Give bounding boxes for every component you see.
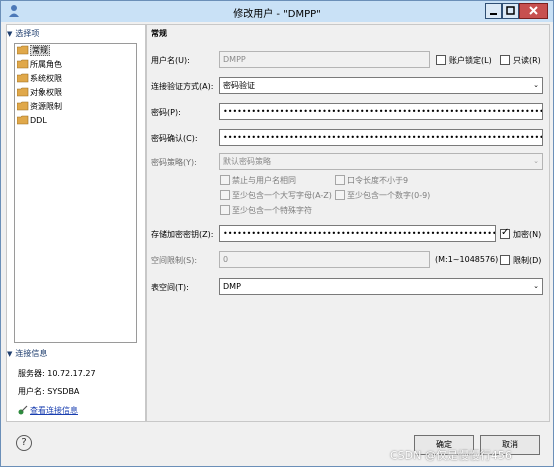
- folder-icon: [17, 87, 29, 97]
- tree-item-sys-privs[interactable]: 系统权限: [17, 72, 62, 86]
- encrypt-label: 加密(N): [513, 230, 542, 239]
- chevron-down-icon: ⌄: [533, 81, 539, 89]
- close-button[interactable]: [519, 3, 548, 19]
- encrypt-checkbox[interactable]: [500, 227, 510, 239]
- maximize-icon: [506, 6, 515, 15]
- tree-item-general[interactable]: 常规: [17, 44, 50, 58]
- tablespace-select[interactable]: DMP ⌄: [219, 278, 543, 295]
- space-limit-input[interactable]: 0: [219, 251, 430, 268]
- policy-digit-checkbox[interactable]: [335, 190, 345, 200]
- policy-not-username-checkbox[interactable]: [220, 175, 230, 185]
- readonly-label: 只读(R): [513, 56, 541, 65]
- close-icon: [529, 6, 538, 15]
- username-info: 用户名: SYSDBA: [18, 387, 80, 396]
- folder-icon: [17, 101, 29, 111]
- folder-icon: [17, 59, 29, 69]
- space-limit-label: 空间限制(S):: [151, 256, 198, 265]
- section-title: 常规: [151, 29, 167, 38]
- minimize-button[interactable]: [485, 3, 502, 19]
- connection-section-header[interactable]: ▼ 连接信息: [7, 348, 143, 362]
- tree-item-ddl[interactable]: DDL: [17, 114, 47, 128]
- encryption-key-input[interactable]: ••••••••••••••••••••••••••••••••••••••••…: [219, 225, 496, 242]
- window-title: 修改用户 - "DMPP": [233, 9, 321, 20]
- password-input[interactable]: ••••••••••••••••••••••••••••••••••••••••…: [219, 103, 543, 120]
- select-section-header[interactable]: ▼ 选择项: [7, 28, 143, 42]
- policy-digit-label: 至少包含一个数字(0-9): [347, 191, 431, 200]
- space-limit-range: (M:1~1048576): [435, 255, 499, 264]
- minimize-icon: [490, 13, 497, 15]
- confirm-password-label: 密码确认(C):: [151, 134, 198, 143]
- collapse-arrow-icon: ▼: [7, 30, 13, 38]
- limit-label: 限制(D): [513, 256, 542, 265]
- auth-method-label: 连接验证方式(A):: [151, 82, 214, 91]
- account-lock-label: 账户锁定(L): [449, 56, 492, 65]
- auth-method-select[interactable]: 密码验证 ⌄: [219, 77, 543, 94]
- folder-icon: [17, 115, 29, 125]
- view-connection-link[interactable]: 查看连接信息: [18, 405, 78, 416]
- limit-checkbox[interactable]: [500, 255, 510, 265]
- title-bar[interactable]: 修改用户 - "DMPP": [1, 1, 553, 22]
- help-button[interactable]: ?: [16, 435, 32, 451]
- maximize-button[interactable]: [502, 3, 519, 19]
- tree-item-obj-privs[interactable]: 对象权限: [17, 86, 62, 100]
- server-info: 服务器: 10.72.17.27: [18, 369, 96, 378]
- connection-icon: [18, 405, 28, 415]
- tree-item-roles[interactable]: 所属角色: [17, 58, 62, 72]
- username-label: 用户名(U):: [151, 56, 190, 65]
- nav-tree: 常规 所属角色 系统权限 对象权限 资源限制 DDL: [14, 43, 137, 343]
- watermark: CSDN @仅是慢慢行456: [390, 449, 512, 462]
- folder-icon: [17, 45, 29, 55]
- tree-item-resource-limits[interactable]: 资源限制: [17, 100, 62, 114]
- policy-special-label: 至少包含一个特殊字符: [232, 206, 312, 215]
- confirm-password-input[interactable]: ••••••••••••••••••••••••••••••••••••••••…: [219, 129, 543, 146]
- encryption-key-label: 存储加密密钥(Z):: [151, 230, 214, 239]
- account-lock-checkbox[interactable]: [436, 55, 446, 65]
- folder-icon: [17, 73, 29, 83]
- policy-uppercase-checkbox[interactable]: [220, 190, 230, 200]
- dialog-window: 修改用户 - "DMPP" ▼ 选择项 常规 所属角色 系统权限 对象权限 资源限…: [0, 0, 554, 467]
- chevron-down-icon: ⌄: [533, 282, 539, 290]
- password-label: 密码(P):: [151, 108, 181, 117]
- password-policy-label: 密码策略(Y):: [151, 158, 197, 167]
- tablespace-label: 表空间(T):: [151, 283, 189, 292]
- policy-min-length-label: 口令长度不小于9: [347, 176, 409, 185]
- policy-min-length-checkbox[interactable]: [335, 175, 345, 185]
- readonly-checkbox[interactable]: [500, 55, 510, 65]
- policy-uppercase-label: 至少包含一个大写字母(A-Z): [232, 191, 332, 200]
- chevron-down-icon: ⌄: [533, 157, 539, 165]
- collapse-arrow-icon: ▼: [7, 350, 13, 358]
- policy-special-checkbox[interactable]: [220, 205, 230, 215]
- policy-not-username-label: 禁止与用户名相同: [232, 176, 296, 185]
- username-field[interactable]: DMPP: [219, 51, 430, 68]
- password-policy-select[interactable]: 默认密码策略 ⌄: [219, 153, 543, 170]
